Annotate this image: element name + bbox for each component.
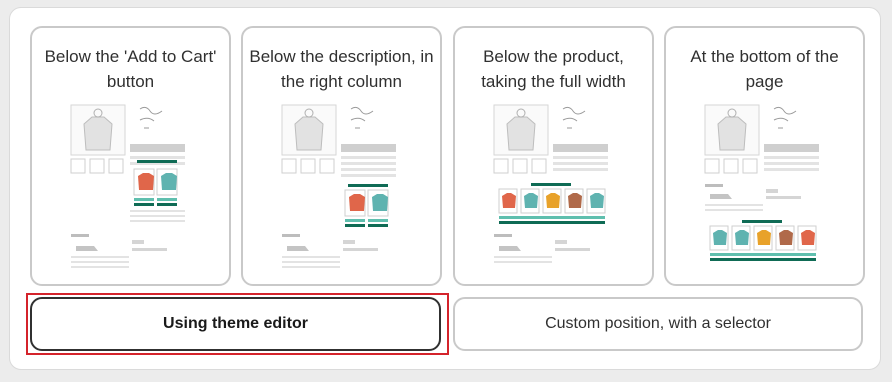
option-card-below-description[interactable]: Below the description, in the right colu… (241, 26, 442, 286)
option-title: Below the description, in the right colu… (249, 47, 434, 91)
bottom-of-page-preview (704, 104, 819, 261)
using-theme-editor-button[interactable]: Using theme editor (30, 297, 441, 351)
option-title: At the bottom of the page (690, 47, 839, 91)
custom-position-selector-button[interactable]: Custom position, with a selector (453, 297, 863, 351)
below-description-preview (281, 104, 396, 268)
below-product-full-width-preview (493, 104, 608, 263)
option-title: Below the product, taking the full width (481, 47, 626, 91)
option-title: Below the 'Add to Cart' button (44, 47, 217, 91)
option-card-below-add-to-cart[interactable]: Below the 'Add to Cart' button (30, 26, 231, 286)
option-card-bottom-of-page[interactable]: At the bottom of the page (664, 26, 865, 286)
below-add-to-cart-preview (70, 104, 185, 268)
option-card-below-product-full-width[interactable]: Below the product, taking the full width (453, 26, 654, 286)
